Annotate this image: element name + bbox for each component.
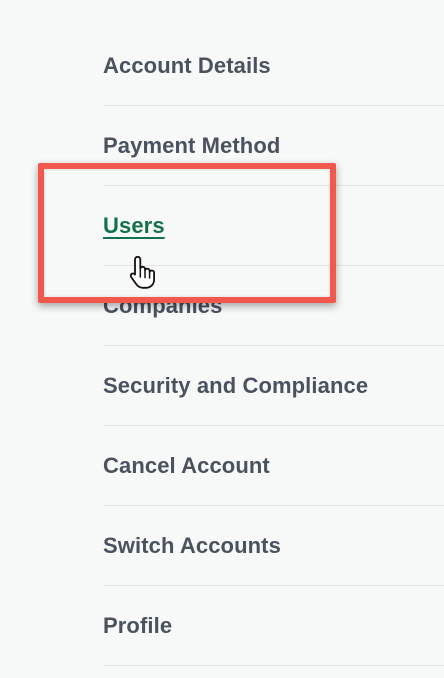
menu-item-security-compliance: Security and Compliance [103, 346, 444, 426]
menu-item-users: Users [103, 186, 444, 266]
menu-item-companies: Companies [103, 266, 444, 346]
settings-menu: Account Details Payment Method Users Com… [103, 26, 444, 666]
menu-item-profile: Profile [103, 586, 444, 666]
switch-accounts-link[interactable]: Switch Accounts [103, 533, 281, 559]
menu-item-cancel-account: Cancel Account [103, 426, 444, 506]
users-link[interactable]: Users [103, 213, 165, 239]
menu-item-payment-method: Payment Method [103, 106, 444, 186]
payment-method-link[interactable]: Payment Method [103, 133, 280, 159]
security-compliance-link[interactable]: Security and Compliance [103, 373, 368, 399]
companies-link[interactable]: Companies [103, 293, 222, 319]
menu-item-account-details: Account Details [103, 26, 444, 106]
cancel-account-link[interactable]: Cancel Account [103, 453, 270, 479]
account-details-link[interactable]: Account Details [103, 53, 271, 79]
profile-link[interactable]: Profile [103, 613, 172, 639]
menu-item-switch-accounts: Switch Accounts [103, 506, 444, 586]
